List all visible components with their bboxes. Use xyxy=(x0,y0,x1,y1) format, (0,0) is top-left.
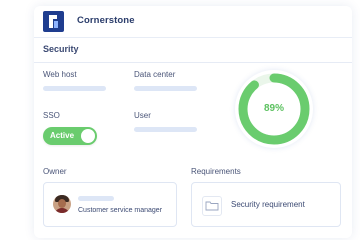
app-title: Cornerstone xyxy=(77,15,135,26)
toggle-knob xyxy=(81,129,95,143)
user-label: User xyxy=(134,111,151,120)
folder-icon xyxy=(202,196,222,216)
owner-label: Owner xyxy=(43,167,67,176)
sso-label: SSO xyxy=(43,111,60,120)
card-header: Cornerstone xyxy=(34,6,352,38)
requirement-item[interactable]: Security requirement xyxy=(191,182,341,227)
requirement-title: Security requirement xyxy=(231,200,305,209)
security-score-value: 89% xyxy=(263,103,284,114)
section-title-security: Security xyxy=(43,44,79,54)
sso-toggle[interactable]: Active xyxy=(43,127,97,145)
web-host-value-placeholder xyxy=(43,86,106,91)
owner-card[interactable]: Customer service manager xyxy=(43,182,177,227)
requirements-label: Requirements xyxy=(191,167,241,176)
owner-role: Customer service manager xyxy=(78,207,163,214)
data-center-value-placeholder xyxy=(134,86,197,91)
security-card: Cornerstone Security Web host Data cente… xyxy=(34,6,352,238)
cornerstone-logo-icon xyxy=(43,11,64,32)
security-score-gauge: 89% xyxy=(235,70,313,148)
web-host-label: Web host xyxy=(43,70,77,79)
owner-name-placeholder xyxy=(78,196,114,201)
user-avatar xyxy=(53,195,71,213)
sso-toggle-label: Active xyxy=(50,131,75,140)
user-value-placeholder xyxy=(134,127,197,132)
data-center-label: Data center xyxy=(134,70,176,79)
divider xyxy=(34,62,352,63)
